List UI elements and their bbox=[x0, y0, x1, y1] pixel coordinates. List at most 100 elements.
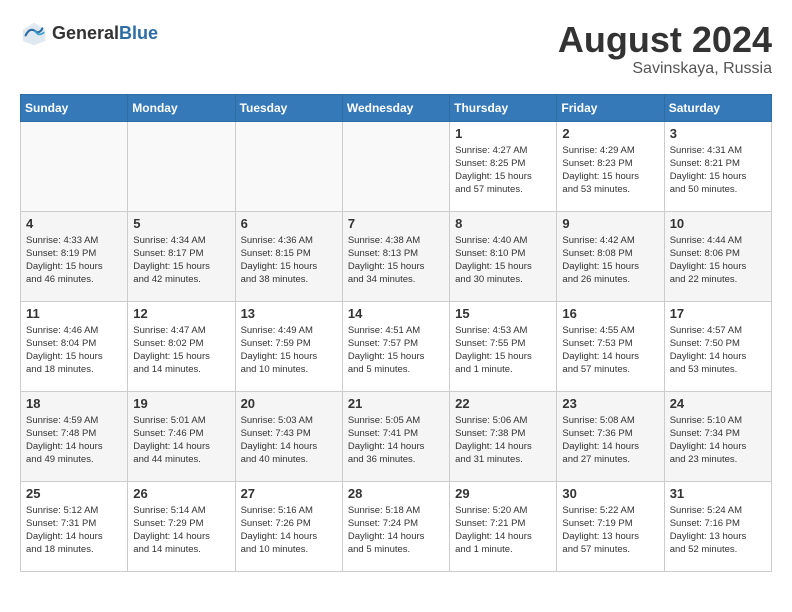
day-number: 3 bbox=[670, 126, 766, 141]
day-number: 13 bbox=[241, 306, 337, 321]
day-number: 9 bbox=[562, 216, 658, 231]
calendar-cell: 10 Sunrise: 4:44 AM Sunset: 8:06 PM Dayli… bbox=[664, 211, 771, 301]
day-number: 6 bbox=[241, 216, 337, 231]
day-info: Sunrise: 4:46 AM Sunset: 8:04 PM Dayligh… bbox=[26, 324, 122, 377]
day-info: Sunrise: 5:05 AM Sunset: 7:41 PM Dayligh… bbox=[348, 414, 444, 467]
calendar-cell: 27 Sunrise: 5:16 AM Sunset: 7:26 PM Dayli… bbox=[235, 481, 342, 571]
calendar-cell: 3 Sunrise: 4:31 AM Sunset: 8:21 PM Daylig… bbox=[664, 121, 771, 211]
day-info: Sunrise: 4:44 AM Sunset: 8:06 PM Dayligh… bbox=[670, 234, 766, 287]
day-info: Sunrise: 4:49 AM Sunset: 7:59 PM Dayligh… bbox=[241, 324, 337, 377]
calendar-cell: 30 Sunrise: 5:22 AM Sunset: 7:19 PM Dayli… bbox=[557, 481, 664, 571]
day-info: Sunrise: 5:24 AM Sunset: 7:16 PM Dayligh… bbox=[670, 504, 766, 557]
day-info: Sunrise: 5:12 AM Sunset: 7:31 PM Dayligh… bbox=[26, 504, 122, 557]
day-number: 4 bbox=[26, 216, 122, 231]
calendar-cell: 24 Sunrise: 5:10 AM Sunset: 7:34 PM Dayli… bbox=[664, 391, 771, 481]
col-header-sunday: Sunday bbox=[21, 94, 128, 121]
col-header-wednesday: Wednesday bbox=[342, 94, 449, 121]
calendar-cell: 6 Sunrise: 4:36 AM Sunset: 8:15 PM Daylig… bbox=[235, 211, 342, 301]
day-number: 8 bbox=[455, 216, 551, 231]
col-header-tuesday: Tuesday bbox=[235, 94, 342, 121]
col-header-saturday: Saturday bbox=[664, 94, 771, 121]
day-number: 27 bbox=[241, 486, 337, 501]
calendar-table: SundayMondayTuesdayWednesdayThursdayFrid… bbox=[20, 94, 772, 572]
day-info: Sunrise: 5:06 AM Sunset: 7:38 PM Dayligh… bbox=[455, 414, 551, 467]
day-info: Sunrise: 4:51 AM Sunset: 7:57 PM Dayligh… bbox=[348, 324, 444, 377]
day-info: Sunrise: 5:16 AM Sunset: 7:26 PM Dayligh… bbox=[241, 504, 337, 557]
calendar-week-4: 25 Sunrise: 5:12 AM Sunset: 7:31 PM Dayli… bbox=[21, 481, 772, 571]
day-info: Sunrise: 4:40 AM Sunset: 8:10 PM Dayligh… bbox=[455, 234, 551, 287]
day-number: 16 bbox=[562, 306, 658, 321]
header-row: SundayMondayTuesdayWednesdayThursdayFrid… bbox=[21, 94, 772, 121]
calendar-cell bbox=[235, 121, 342, 211]
calendar-cell: 9 Sunrise: 4:42 AM Sunset: 8:08 PM Daylig… bbox=[557, 211, 664, 301]
day-info: Sunrise: 5:10 AM Sunset: 7:34 PM Dayligh… bbox=[670, 414, 766, 467]
calendar-cell: 14 Sunrise: 4:51 AM Sunset: 7:57 PM Dayli… bbox=[342, 301, 449, 391]
calendar-cell: 23Sunrise: 5:08 AM Sunset: 7:36 PM Dayli… bbox=[557, 391, 664, 481]
calendar-cell: 1 Sunrise: 4:27 AM Sunset: 8:25 PM Daylig… bbox=[450, 121, 557, 211]
day-number: 20 bbox=[241, 396, 337, 411]
day-info: Sunrise: 5:20 AM Sunset: 7:21 PM Dayligh… bbox=[455, 504, 551, 557]
day-number: 24 bbox=[670, 396, 766, 411]
day-number: 2 bbox=[562, 126, 658, 141]
calendar-cell: 7 Sunrise: 4:38 AM Sunset: 8:13 PM Daylig… bbox=[342, 211, 449, 301]
day-info: Sunrise: 5:14 AM Sunset: 7:29 PM Dayligh… bbox=[133, 504, 229, 557]
day-number: 14 bbox=[348, 306, 444, 321]
day-number: 7 bbox=[348, 216, 444, 231]
day-number: 10 bbox=[670, 216, 766, 231]
page-header: GeneralBlue August 2024 Savinskaya, Russ… bbox=[20, 20, 772, 78]
day-number: 17 bbox=[670, 306, 766, 321]
title-block: August 2024 Savinskaya, Russia bbox=[558, 20, 772, 78]
calendar-week-2: 11 Sunrise: 4:46 AM Sunset: 8:04 PM Dayli… bbox=[21, 301, 772, 391]
col-header-friday: Friday bbox=[557, 94, 664, 121]
calendar-cell: 11 Sunrise: 4:46 AM Sunset: 8:04 PM Dayli… bbox=[21, 301, 128, 391]
day-info: Sunrise: 4:42 AM Sunset: 8:08 PM Dayligh… bbox=[562, 234, 658, 287]
day-number: 12 bbox=[133, 306, 229, 321]
month-title: August 2024 bbox=[558, 20, 772, 60]
calendar-cell: 2Sunrise: 4:29 AM Sunset: 8:23 PM Daylig… bbox=[557, 121, 664, 211]
day-number: 31 bbox=[670, 486, 766, 501]
location-subtitle: Savinskaya, Russia bbox=[558, 60, 772, 78]
calendar-cell: 5Sunrise: 4:34 AM Sunset: 8:17 PM Daylig… bbox=[128, 211, 235, 301]
day-number: 28 bbox=[348, 486, 444, 501]
calendar-cell: 28Sunrise: 5:18 AM Sunset: 7:24 PM Dayli… bbox=[342, 481, 449, 571]
calendar-cell: 17Sunrise: 4:57 AM Sunset: 7:50 PM Dayli… bbox=[664, 301, 771, 391]
day-number: 26 bbox=[133, 486, 229, 501]
calendar-cell: 25 Sunrise: 5:12 AM Sunset: 7:31 PM Dayli… bbox=[21, 481, 128, 571]
calendar-header: SundayMondayTuesdayWednesdayThursdayFrid… bbox=[21, 94, 772, 121]
col-header-monday: Monday bbox=[128, 94, 235, 121]
logo: GeneralBlue bbox=[20, 20, 158, 48]
calendar-body: 1 Sunrise: 4:27 AM Sunset: 8:25 PM Daylig… bbox=[21, 121, 772, 571]
calendar-cell: 4Sunrise: 4:33 AM Sunset: 8:19 PM Daylig… bbox=[21, 211, 128, 301]
day-number: 29 bbox=[455, 486, 551, 501]
day-number: 1 bbox=[455, 126, 551, 141]
day-info: Sunrise: 4:38 AM Sunset: 8:13 PM Dayligh… bbox=[348, 234, 444, 287]
day-info: Sunrise: 4:36 AM Sunset: 8:15 PM Dayligh… bbox=[241, 234, 337, 287]
logo-blue-text: Blue bbox=[119, 23, 158, 43]
day-number: 18 bbox=[26, 396, 122, 411]
calendar-week-1: 4Sunrise: 4:33 AM Sunset: 8:19 PM Daylig… bbox=[21, 211, 772, 301]
calendar-cell: 29 Sunrise: 5:20 AM Sunset: 7:21 PM Dayli… bbox=[450, 481, 557, 571]
calendar-cell: 21Sunrise: 5:05 AM Sunset: 7:41 PM Dayli… bbox=[342, 391, 449, 481]
logo-icon bbox=[20, 20, 48, 48]
day-info: Sunrise: 5:22 AM Sunset: 7:19 PM Dayligh… bbox=[562, 504, 658, 557]
day-info: Sunrise: 4:47 AM Sunset: 8:02 PM Dayligh… bbox=[133, 324, 229, 377]
day-info: Sunrise: 4:53 AM Sunset: 7:55 PM Dayligh… bbox=[455, 324, 551, 377]
calendar-week-0: 1 Sunrise: 4:27 AM Sunset: 8:25 PM Daylig… bbox=[21, 121, 772, 211]
calendar-cell: 26 Sunrise: 5:14 AM Sunset: 7:29 PM Dayli… bbox=[128, 481, 235, 571]
day-number: 11 bbox=[26, 306, 122, 321]
day-number: 25 bbox=[26, 486, 122, 501]
day-info: Sunrise: 4:31 AM Sunset: 8:21 PM Dayligh… bbox=[670, 144, 766, 197]
day-number: 22 bbox=[455, 396, 551, 411]
calendar-cell: 15Sunrise: 4:53 AM Sunset: 7:55 PM Dayli… bbox=[450, 301, 557, 391]
calendar-cell: 20Sunrise: 5:03 AM Sunset: 7:43 PM Dayli… bbox=[235, 391, 342, 481]
calendar-cell: 31 Sunrise: 5:24 AM Sunset: 7:16 PM Dayli… bbox=[664, 481, 771, 571]
calendar-cell: 8 Sunrise: 4:40 AM Sunset: 8:10 PM Daylig… bbox=[450, 211, 557, 301]
day-info: Sunrise: 4:27 AM Sunset: 8:25 PM Dayligh… bbox=[455, 144, 551, 197]
day-number: 19 bbox=[133, 396, 229, 411]
calendar-week-3: 18Sunrise: 4:59 AM Sunset: 7:48 PM Dayli… bbox=[21, 391, 772, 481]
day-info: Sunrise: 4:55 AM Sunset: 7:53 PM Dayligh… bbox=[562, 324, 658, 377]
logo-general-text: General bbox=[52, 23, 119, 43]
calendar-cell bbox=[342, 121, 449, 211]
day-number: 30 bbox=[562, 486, 658, 501]
calendar-cell bbox=[21, 121, 128, 211]
